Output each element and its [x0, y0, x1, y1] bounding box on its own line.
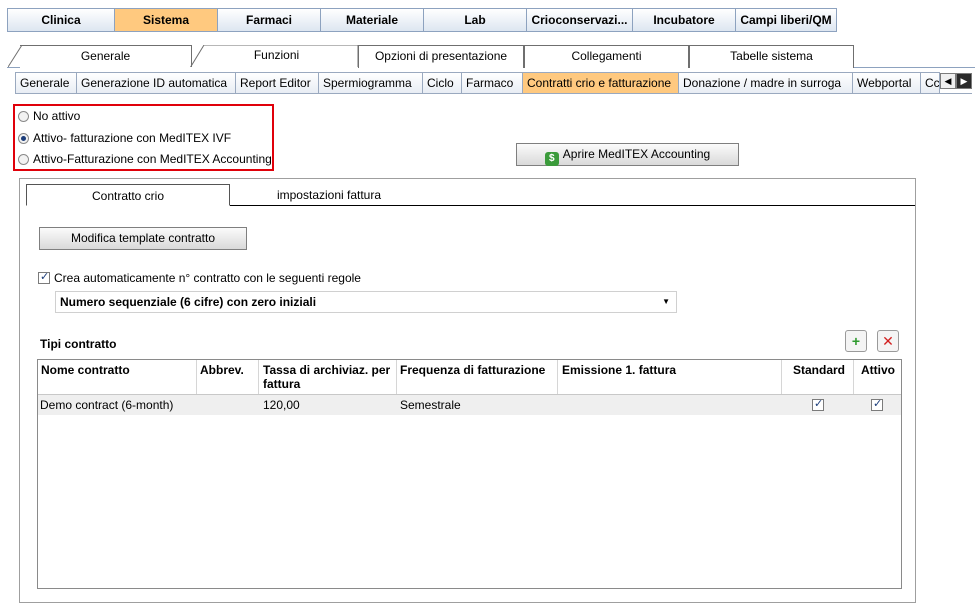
auto-number-option[interactable]: Crea automaticamente n° contratto con le… — [38, 270, 361, 285]
tab-clinica[interactable]: Clinica — [7, 8, 114, 32]
subtab-tabelle-sistema[interactable]: Tabelle sistema — [689, 45, 854, 68]
table-row[interactable]: Demo contract (6-month) 120,00 Semestral… — [38, 395, 901, 415]
col-header-abbrev[interactable]: Abbrev. — [200, 363, 244, 377]
col-header-active[interactable]: Attivo — [861, 363, 895, 377]
inner-tab-contratto-crio[interactable]: Contratto crio — [26, 184, 230, 206]
ftab-report-editor[interactable]: Report Editor — [235, 72, 318, 94]
add-contract-icon[interactable]: + — [845, 330, 867, 352]
radio-label: No attivo — [33, 109, 81, 123]
auto-number-checkbox[interactable] — [38, 270, 50, 284]
tab-lab[interactable]: Lab — [423, 8, 526, 32]
cell-frequency: Semestrale — [400, 398, 461, 412]
function-tab-baseline — [15, 93, 972, 94]
radio-indicator[interactable] — [18, 110, 29, 122]
ftab-generale[interactable]: Generale — [15, 72, 76, 94]
radio-meditex-accounting[interactable]: Attivo-Fatturazione con MedITEX Accounti… — [18, 151, 272, 167]
radio-indicator-selected[interactable] — [18, 132, 29, 144]
tab-crioconservazione[interactable]: Crioconservazi... — [526, 8, 632, 32]
radio-indicator[interactable] — [18, 153, 29, 165]
delete-contract-icon[interactable]: ✕ — [877, 330, 899, 352]
numbering-rule-select[interactable]: Numero sequenziale (6 cifre) con zero in… — [55, 291, 677, 313]
numbering-rule-value: Numero sequenziale (6 cifre) con zero in… — [60, 295, 317, 309]
inner-tab-impostazioni-fattura[interactable]: impostazioni fattura — [230, 184, 428, 206]
col-header-frequency[interactable]: Frequenza di fatturazione — [400, 363, 545, 377]
main-tab-bar: Clinica Sistema Farmaci Materiale Lab Cr… — [7, 8, 837, 32]
ftab-farmaco[interactable]: Farmaco — [461, 72, 522, 94]
open-accounting-label: Aprire MedITEX Accounting — [562, 147, 711, 161]
radio-label: Attivo- fatturazione con MedITEX IVF — [33, 131, 232, 145]
chevron-down-icon: ▼ — [662, 297, 670, 306]
tab-sistema[interactable]: Sistema — [114, 8, 217, 32]
open-accounting-button[interactable]: $ Aprire MedITEX Accounting — [516, 143, 739, 166]
auto-number-label: Crea automaticamente n° contratto con le… — [54, 271, 361, 285]
subtab-opzioni[interactable]: Opzioni di presentazione — [358, 45, 524, 68]
accounting-icon: $ — [544, 152, 559, 166]
contract-types-table: Nome contratto Abbrev. Tassa di archivia… — [37, 359, 902, 589]
radio-meditex-ivf[interactable]: Attivo- fatturazione con MedITEX IVF — [18, 130, 231, 146]
edit-template-button[interactable]: Modifica template contratto — [39, 227, 247, 250]
cell-name: Demo contract (6-month) — [40, 398, 174, 412]
subtab-generale[interactable]: Generale — [20, 45, 192, 68]
subtab-collegamenti[interactable]: Collegamenti — [524, 45, 689, 68]
ftab-donazione[interactable]: Donazione / madre in surroga — [678, 72, 852, 94]
scroll-left-icon[interactable]: ◀ — [940, 73, 956, 89]
scroll-right-icon[interactable]: ▶ — [956, 73, 972, 89]
tab-campi-liberi[interactable]: Campi liberi/QM — [735, 8, 837, 32]
cell-fee: 120,00 — [263, 398, 300, 412]
col-header-fee[interactable]: Tassa di archiviaz. per fattura — [263, 363, 393, 391]
ftab-contratti-crio[interactable]: Contratti crio e fatturazione — [522, 72, 678, 94]
function-tab-bar: Generale Generazione ID automatica Repor… — [15, 72, 940, 94]
tab-incubatore[interactable]: Incubatore — [632, 8, 735, 32]
radio-label: Attivo-Fatturazione con MedITEX Accounti… — [33, 152, 272, 166]
ftab-ciclo[interactable]: Ciclo — [422, 72, 461, 94]
col-header-first-invoice[interactable]: Emissione 1. fattura — [562, 363, 676, 377]
tab-materiale[interactable]: Materiale — [320, 8, 423, 32]
col-header-name[interactable]: Nome contratto — [41, 363, 130, 377]
tab-farmaci[interactable]: Farmaci — [217, 8, 320, 32]
ftab-webportal[interactable]: Webportal — [852, 72, 920, 94]
cell-standard-checkbox[interactable] — [812, 397, 824, 411]
ftab-generazione-id[interactable]: Generazione ID automatica — [76, 72, 235, 94]
ftab-truncated[interactable]: Cc — [920, 72, 940, 94]
tab-scroll-buttons: ◀ ▶ — [940, 73, 972, 89]
col-header-standard[interactable]: Standard — [793, 363, 845, 377]
radio-no-attivo[interactable]: No attivo — [18, 108, 80, 124]
contract-types-title: Tipi contratto — [40, 337, 117, 351]
ftab-spermiogramma[interactable]: Spermiogramma — [318, 72, 422, 94]
cell-active-checkbox[interactable] — [871, 397, 883, 411]
subtab-slant — [8, 45, 23, 68]
subtab-funzioni-outline — [190, 45, 360, 69]
